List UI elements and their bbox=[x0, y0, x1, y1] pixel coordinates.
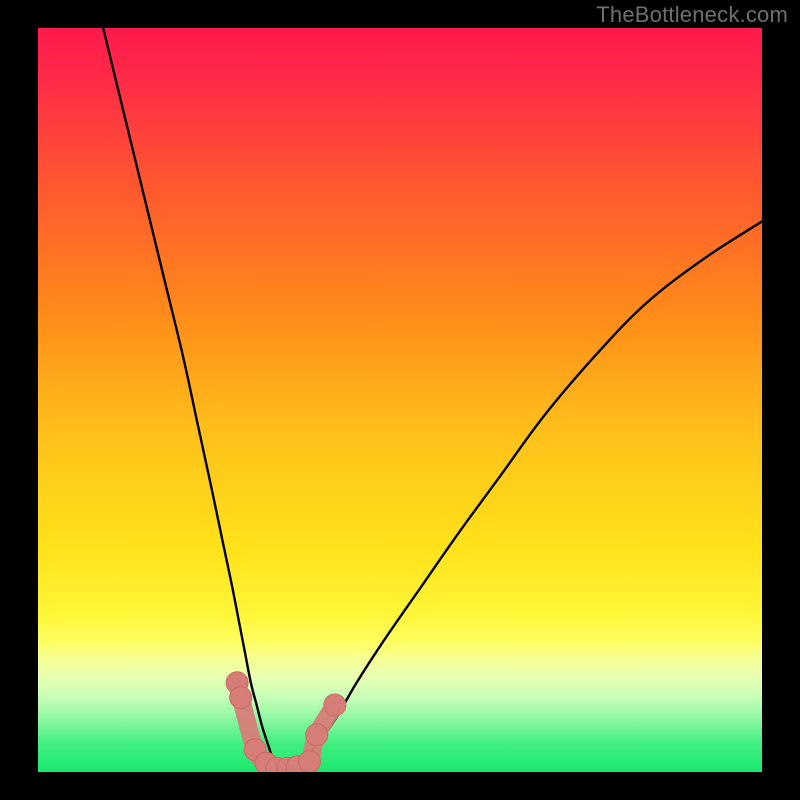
data-marker bbox=[306, 724, 328, 746]
data-marker bbox=[324, 694, 346, 716]
watermark-text: TheBottleneck.com bbox=[596, 2, 788, 28]
chart-svg bbox=[38, 28, 762, 772]
chart-frame: TheBottleneck.com bbox=[0, 0, 800, 800]
gradient-rect bbox=[38, 28, 762, 772]
data-marker bbox=[299, 751, 321, 772]
plot-area bbox=[38, 28, 762, 772]
data-marker bbox=[230, 687, 252, 709]
